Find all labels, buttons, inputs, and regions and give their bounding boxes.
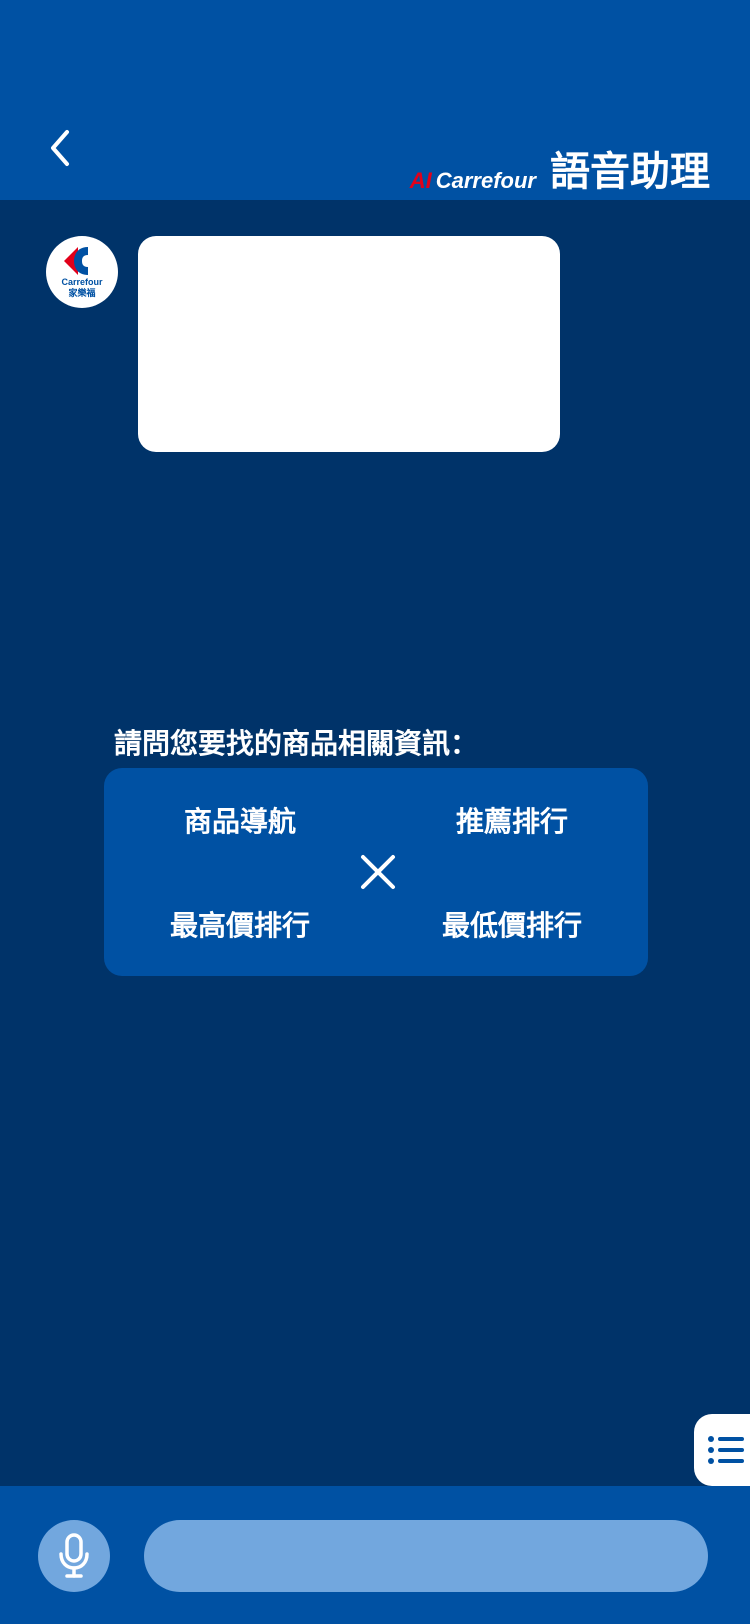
assistant-message-bubble [138,236,560,452]
bottom-input-bar [0,1486,750,1624]
chevron-left-icon [51,130,69,166]
avatar-brand-chinese: 家樂福 [68,288,96,298]
brand-title: AI Carrefour 語音助理 [410,150,710,194]
list-icon [708,1436,744,1464]
option-lowest-price[interactable]: 最低價排行 [412,904,612,944]
brand-name-text: Carrefour [435,168,536,193]
close-icon [361,855,395,889]
close-options-button[interactable] [358,852,398,892]
menu-list-button[interactable] [694,1414,750,1486]
option-highest-price[interactable]: 最高價排行 [140,904,340,944]
microphone-button[interactable] [38,1520,110,1592]
option-recommended-ranking[interactable]: 推薦排行 [412,800,612,840]
option-prompt: 請問您要找的商品相關資訊： [114,727,479,760]
carrefour-logo-icon [64,247,88,275]
message-input[interactable] [144,1520,708,1592]
carrefour-avatar: Carrefour 家樂福 [46,236,118,308]
avatar-brand-text: Carrefour [61,277,103,287]
page-title: 語音助理 [550,149,710,195]
options-panel: 商品導航 推薦排行 最高價排行 最低價排行 [104,768,648,976]
back-button[interactable] [40,128,80,168]
app-header: AI Carrefour 語音助理 [0,0,750,200]
option-product-navigation[interactable]: 商品導航 [140,800,340,840]
brand-ai-text: AI [409,168,432,193]
microphone-icon [59,1533,89,1578]
